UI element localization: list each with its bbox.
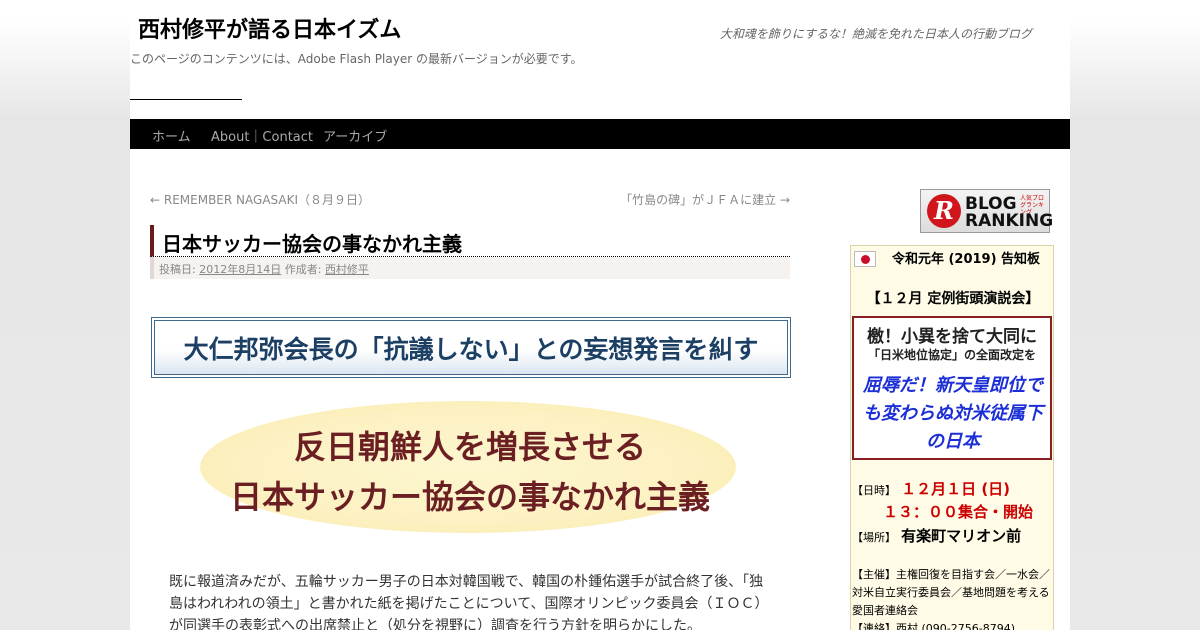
banner-text: 大仁邦弥会長の「抗議しない」との妄想発言を糾す [183,334,759,364]
notice-contact: 【連絡】西村 (090-2756-8794) [852,622,1016,630]
post-date-link[interactable]: 2012年8月14日 [199,263,281,276]
notice-place-row: 【場所】 有楽町マリオン前 [852,525,1021,546]
place-value: 有楽町マリオン前 [901,527,1022,545]
notice-date-row: 【日時】 １２月１日 (日) [852,478,1010,499]
body-line: が同選手の表彰式への出席禁止と（処分を視野に）調査を行う方針を明らかにした。 [169,618,701,630]
slogan-line-2: 「日米地位協定」の全面改定を [867,348,1036,362]
nav-item-about-contact[interactable]: About｜Contact [211,126,313,145]
entry-body: 既に報道済みだが、五輪サッカー男子の日本対韓国戦で、韓国の朴鍾佑選手が試合終了後… [169,571,779,630]
japan-flag-icon [854,251,876,267]
flash-player-notice: このページのコンテンツには、Adobe Flash Player の最新バージョ… [130,52,583,66]
entry-meta: 投稿日: 2012年8月14日 作成者: 西村修平 [150,257,790,279]
ranking-label-ranking: RANKING [965,211,1054,231]
slogan-box[interactable]: 檄！小異を捨て大同に 「日米地位協定」の全面改定を 屈辱だ！新天皇即位でも変わら… [852,316,1052,460]
notice-board: 令和元年 (2019) 告知板 【１２月 定例街頭演説会】 檄！小異を捨て大同に… [850,245,1054,630]
next-post-link[interactable]: 「竹島の碑」がＪＦＡに建立 → [620,191,790,208]
page-container: 西村修平が語る日本イズム 大和魂を飾りにするな！絶滅を免れた日本人の行動ブログ … [130,0,1070,630]
date-label: 【日時】 [852,484,896,497]
entry-title: 日本サッカー協会の事なかれ主義 [150,225,790,257]
subtitle-banner: 大仁邦弥会長の「抗議しない」との妄想発言を糾す [151,317,791,378]
main-content: ← REMEMBER NAGASAKI（８月９日） 「竹島の碑」がＪＦＡに建立 … [150,149,791,630]
author-label: 作成者: [284,263,322,276]
headline-line-1: 反日朝鮮人を増長させる [293,428,646,466]
date-value: １２月１日 (日) [901,480,1011,498]
nav-item-archive[interactable]: アーカイブ [323,126,387,145]
nav-item-home[interactable]: ホーム [152,126,191,145]
time-value: １３：００集合・開始 [883,503,1034,521]
ranking-logo-icon: R [927,194,961,228]
body-line: 既に報道済みだが、五輪サッカー男子の日本対韓国戦で、韓国の朴鍾佑選手が試合終了後… [169,574,764,590]
slogan-line-1: 檄！小異を捨て大同に [867,327,1037,347]
site-description: 大和魂を飾りにするな！絶滅を免れた日本人の行動ブログ [719,27,1032,41]
posted-on-label: 投稿日: [159,263,196,276]
header-divider [130,99,242,100]
blog-ranking-button[interactable]: R BLOG 人気ブログランキング RANKING [920,189,1054,233]
author-link[interactable]: 西村修平 [325,263,369,276]
notice-event-title: 【１２月 定例街頭演説会】 [866,291,1040,307]
notice-time-row: １３：００集合・開始 [883,501,1033,522]
body-line: 島はわれわれの領土」と書かれた紙を掲げたことについて、国際オリンピック委員会（Ｉ… [169,596,769,612]
headline-line-2: 日本サッカー協会の事なかれ主義 [229,478,710,516]
previous-post-link[interactable]: ← REMEMBER NAGASAKI（８月９日） [150,191,370,208]
main-navigation: ホーム About｜Contact アーカイブ [130,119,1070,149]
place-label: 【場所】 [852,531,896,544]
slogan-line-3: 屈辱だ！新天皇即位でも変わらぬ対米従属下の日本 [863,375,1043,452]
notice-sponsor: 【主催】主権回復を目指す会／一水会／対米自立実行委員会／基地問題を考える愛国者連… [852,568,1050,617]
site-title[interactable]: 西村修平が語る日本イズム [138,12,401,44]
notice-header: 令和元年 (2019) 告知板 [891,252,1041,267]
